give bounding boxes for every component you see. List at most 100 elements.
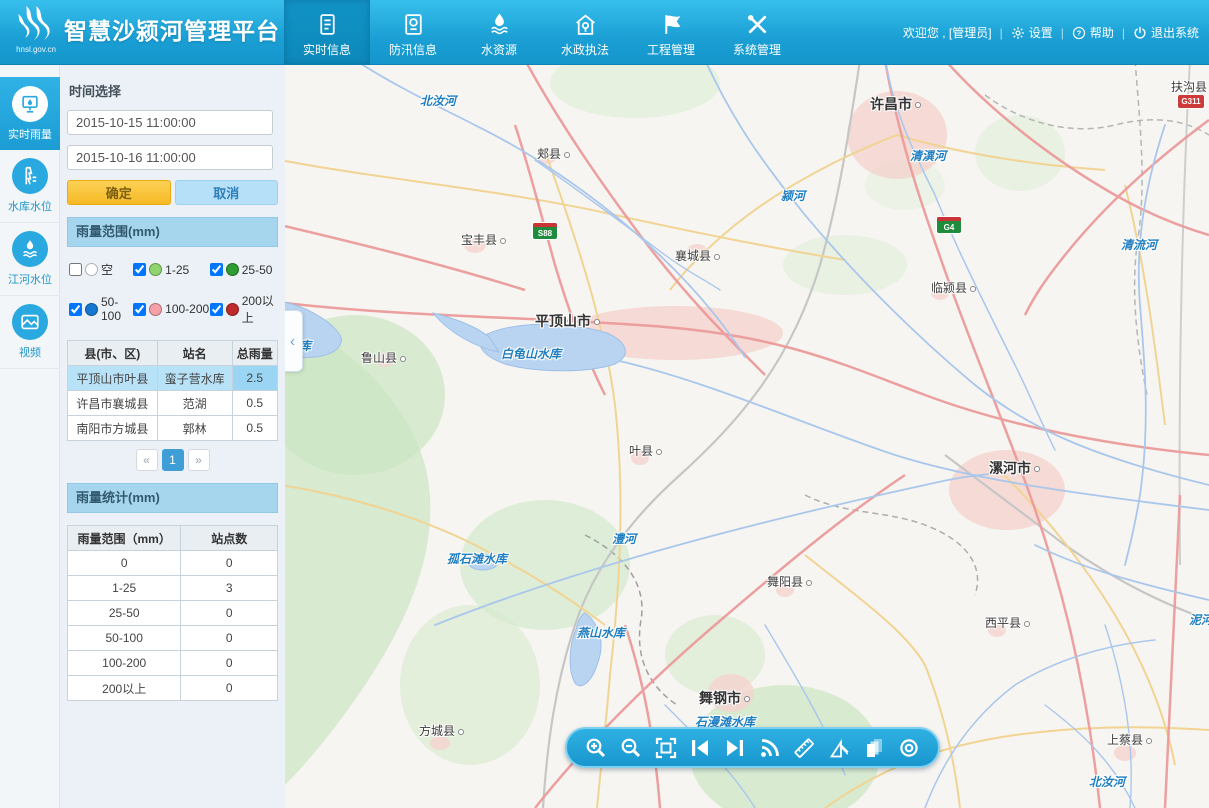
measure-area-icon[interactable]: [826, 735, 852, 761]
clear-selection-icon[interactable]: [896, 735, 922, 761]
rain-range-options: 空 1-25 25-50 50-100 100-200 200以上: [67, 259, 278, 340]
main-nav: 实时信息 防汛信息 水资源 水政执法 工程管理: [284, 0, 800, 65]
sidebar-item-video[interactable]: 视频: [0, 296, 60, 369]
station-row[interactable]: 平顶山市叶县 蛮子营水库 2.5: [68, 366, 278, 391]
road-shield-s88: S88: [533, 223, 557, 239]
stats-row: 200以上0: [68, 676, 278, 701]
end-time-input[interactable]: [67, 145, 273, 170]
user-area: 欢迎您 , [管理员] | 设置 | ? 帮助 | 退出系统: [903, 0, 1199, 65]
help-icon: ?: [1072, 26, 1086, 40]
welcome-text: 欢迎您 , [管理员]: [903, 24, 992, 41]
start-time-input[interactable]: [67, 110, 273, 135]
map-label: 扶沟县: [1171, 78, 1209, 95]
station-row[interactable]: 许昌市襄城县 范湖 0.5: [68, 391, 278, 416]
gear-icon: [1011, 26, 1025, 40]
rain-stats-table: 雨量范围（mm） 站点数 00 1-253 25-500 50-1000 100…: [67, 525, 278, 701]
rain-range-option-50-100[interactable]: 50-100: [69, 292, 133, 326]
tab-water-resources[interactable]: 水资源: [456, 0, 542, 65]
stats-row: 1-253: [68, 576, 278, 601]
rain-range-option-200plus[interactable]: 200以上: [210, 292, 276, 326]
map-label: 孤石滩水库: [447, 550, 507, 567]
rain-range-checkbox-1[interactable]: [133, 263, 146, 276]
map-label: 郏县: [537, 145, 570, 162]
map-label: 泥河: [1189, 611, 1209, 628]
waves-logo-icon: [14, 4, 58, 42]
zoom-out-icon[interactable]: [618, 735, 644, 761]
stats-row: 00: [68, 551, 278, 576]
map-label: 宝丰县: [461, 231, 506, 248]
map-label: 平顶山市: [535, 311, 600, 331]
range-color-swatch: [85, 303, 98, 316]
river-gauge-icon: [12, 231, 48, 267]
tab-law-enforcement[interactable]: 水政执法: [542, 0, 628, 65]
sidebar-item-realtime-rain[interactable]: 实时雨量: [0, 77, 60, 150]
stats-row: 50-1000: [68, 626, 278, 651]
prev-page-button[interactable]: «: [136, 449, 158, 471]
app-logo: hnsl.gov.cn: [10, 4, 62, 62]
rain-range-option-empty[interactable]: 空: [69, 261, 133, 278]
next-view-icon[interactable]: [722, 735, 748, 761]
flag-icon: [659, 7, 684, 37]
tab-flood-info[interactable]: 防汛信息: [370, 0, 456, 65]
rain-range-checkbox-0[interactable]: [69, 263, 82, 276]
rain-range-checkbox-5[interactable]: [210, 303, 223, 316]
map-label: 北汝河: [420, 92, 456, 109]
map-label: 漯河市: [989, 458, 1040, 478]
help-link[interactable]: ? 帮助: [1072, 24, 1114, 41]
zoom-in-icon[interactable]: [583, 735, 609, 761]
rain-range-option-25-50[interactable]: 25-50: [210, 261, 276, 278]
stats-row: 100-2000: [68, 651, 278, 676]
tab-realtime-info[interactable]: 实时信息: [284, 0, 370, 65]
tab-system-management[interactable]: 系统管理: [714, 0, 800, 65]
map-canvas[interactable]: 北汝河 郏县 许昌市 扶沟县 清潩河 颍河 宝丰县 襄城县 清流河 临颍县 平顶…: [285, 65, 1209, 808]
full-extent-icon[interactable]: [653, 735, 679, 761]
station-row[interactable]: 南阳市方城县 郭林 0.5: [68, 416, 278, 441]
map-label: 方城县: [419, 722, 464, 739]
map-label: 白龟山水库: [501, 345, 561, 362]
rain-range-header: 雨量范围(mm): [67, 217, 278, 247]
layer-list-icon[interactable]: [861, 735, 887, 761]
sidebar-item-reservoir-level[interactable]: 水库水位: [0, 150, 60, 223]
confirm-button[interactable]: 确定: [67, 180, 171, 205]
power-icon: [1133, 26, 1147, 40]
time-select-title: 时间选择: [69, 81, 278, 100]
road-shield-g4: G4: [937, 217, 961, 233]
map-label: 临颍县: [931, 279, 976, 296]
map-toolbar: [565, 727, 940, 768]
pagination: « 1 »: [67, 449, 278, 471]
rain-range-checkbox-4[interactable]: [133, 303, 146, 316]
stats-row: 25-500: [68, 601, 278, 626]
tab-project-management[interactable]: 工程管理: [628, 0, 714, 65]
road-shield-g311: G311: [1178, 95, 1204, 108]
rain-range-checkbox-3[interactable]: [69, 303, 82, 316]
left-sidebar: 实时雨量 水库水位 江河水位 视频: [0, 65, 60, 808]
map-label: 西平县: [985, 614, 1030, 631]
chevron-left-icon: ‹: [290, 333, 295, 350]
map-label: 襄城县: [675, 247, 720, 264]
cancel-button[interactable]: 取消: [175, 180, 279, 205]
logo-caption: hnsl.gov.cn: [10, 45, 62, 54]
map-label: 清潩河: [910, 147, 946, 164]
sidebar-item-river-level[interactable]: 江河水位: [0, 223, 60, 296]
map-label: 北汝河: [1089, 773, 1125, 790]
page-number-button[interactable]: 1: [162, 449, 184, 471]
logout-link[interactable]: 退出系统: [1133, 24, 1199, 41]
range-color-swatch: [226, 263, 239, 276]
rain-range-checkbox-2[interactable]: [210, 263, 223, 276]
video-icon: [12, 304, 48, 340]
rain-range-option-100-200[interactable]: 100-200: [133, 292, 210, 326]
house-badge-icon: [573, 7, 598, 37]
map-label: 舞阳县: [767, 573, 812, 590]
previous-view-icon[interactable]: [687, 735, 713, 761]
map-label: 鲁山县: [361, 349, 406, 366]
next-page-button[interactable]: »: [188, 449, 210, 471]
map-label: 上蔡县: [1107, 731, 1152, 748]
range-color-swatch: [226, 303, 239, 316]
settings-link[interactable]: 设置: [1011, 24, 1053, 41]
track-data-icon[interactable]: [757, 735, 783, 761]
panel-collapse-button[interactable]: ‹: [285, 310, 303, 372]
query-panel: 时间选择 确定 取消 雨量范围(mm) 空 1-25 25-50 50-100: [60, 65, 285, 808]
rain-range-option-1-25[interactable]: 1-25: [133, 261, 210, 278]
measure-distance-icon[interactable]: [791, 735, 817, 761]
map-label: 叶县: [629, 442, 662, 459]
